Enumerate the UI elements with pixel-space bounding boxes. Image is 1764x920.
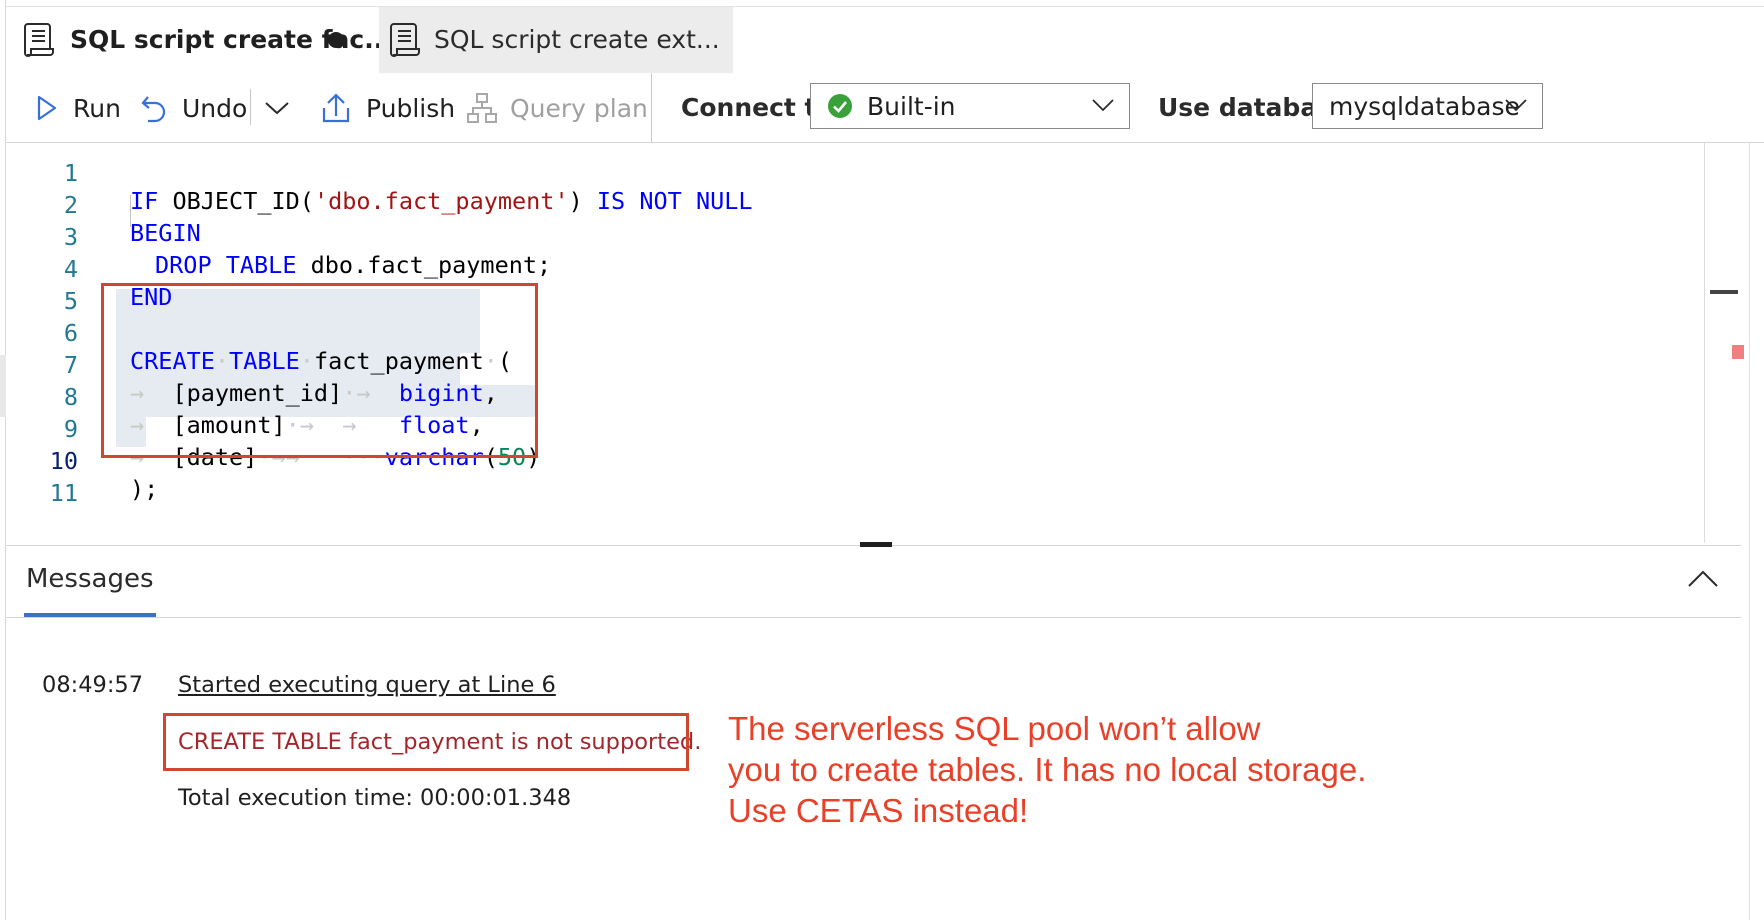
undo-label: Undo	[182, 93, 248, 123]
code-line: 2 BEGIN	[6, 163, 1706, 247]
annotation-highlight-box	[101, 283, 538, 458]
started-query-link[interactable]: Started executing query at Line 6	[178, 672, 556, 698]
tab-messages[interactable]: Messages	[26, 564, 154, 594]
tab-label: SQL script create ext...	[434, 25, 720, 54]
query-plan-label: Query plan	[510, 93, 648, 123]
toolbar-divider	[250, 89, 251, 125]
tab-bar: SQL script create fac... SQL script crea…	[6, 7, 1764, 73]
overview-ruler-error-marker	[1732, 345, 1744, 359]
total-execution-time: Total execution time: 00:00:01.348	[178, 785, 572, 811]
callout-line: The serverless SQL pool won’t allow	[728, 710, 1261, 747]
line-number: 11	[49, 479, 78, 507]
chevron-down-icon	[1092, 99, 1114, 112]
use-database-value: mysqldatabase	[1329, 92, 1520, 121]
tab-sql-script-create-fact[interactable]: SQL script create fac...	[6, 7, 393, 73]
tab-label: SQL script create fac...	[70, 25, 393, 54]
annotation-highlight-box	[163, 713, 689, 771]
check-circle-icon	[828, 94, 852, 118]
results-panel-header: Messages	[6, 546, 1741, 618]
connect-to-value: Built-in	[867, 92, 956, 121]
chevron-down-icon	[1505, 99, 1527, 112]
active-tab-underline	[24, 613, 156, 617]
publish-label: Publish	[366, 93, 456, 123]
editor-scrollbar-track[interactable]	[1704, 143, 1705, 543]
panel-right-border	[1749, 143, 1750, 920]
chevron-down-icon	[265, 102, 289, 115]
callout-line: Use CETAS instead!	[728, 792, 1029, 829]
code-line: 3 DROP TABLE dbo.fact_payment;	[6, 195, 1706, 279]
chevron-up-icon[interactable]	[1686, 566, 1720, 592]
query-plan-icon	[467, 93, 497, 123]
code-editor[interactable]: 1 IF OBJECT_ID('dbo.fact_payment') IS NO…	[6, 143, 1741, 543]
undo-icon	[141, 96, 166, 123]
callout-line: you to create tables. It has no local st…	[728, 751, 1367, 788]
connect-to-dropdown[interactable]: Built-in	[810, 83, 1130, 129]
run-label: Run	[73, 93, 121, 123]
script-icon	[390, 23, 420, 57]
code-line: 1 IF OBJECT_ID('dbo.fact_payment') IS NO…	[6, 131, 1706, 215]
message-timestamp: 08:49:57	[42, 672, 144, 698]
use-database-dropdown[interactable]: mysqldatabase	[1312, 83, 1543, 129]
script-icon	[24, 23, 54, 57]
annotation-callout: The serverless SQL pool won’t allow you …	[728, 708, 1366, 831]
unsaved-indicator-dot[interactable]	[328, 32, 344, 48]
code-line: 4 END	[6, 227, 1706, 311]
overview-ruler-cursor	[1710, 290, 1738, 294]
gutter-marker	[0, 355, 6, 417]
play-icon	[37, 95, 57, 121]
tab-sql-script-create-ext[interactable]: SQL script create ext...	[379, 7, 733, 73]
upload-icon	[322, 93, 350, 123]
